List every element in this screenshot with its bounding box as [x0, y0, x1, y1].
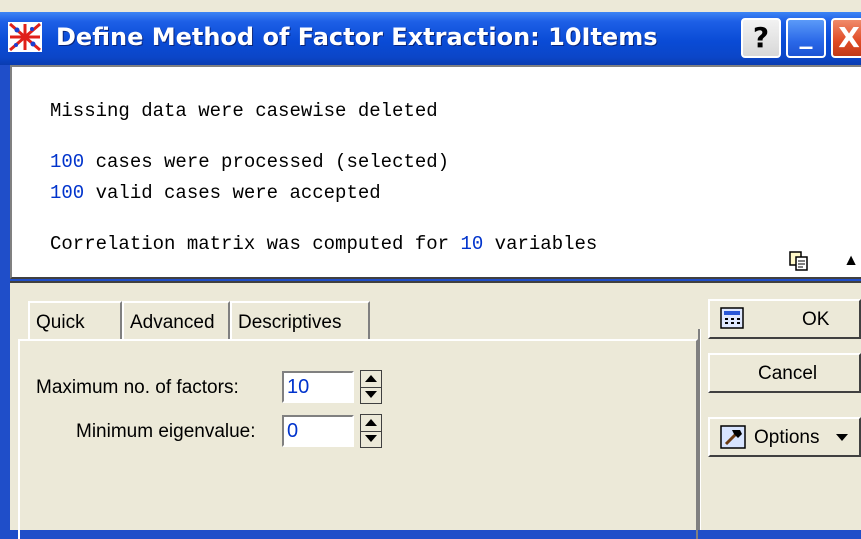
- cancel-button[interactable]: Cancel: [708, 353, 861, 393]
- correlation-text-post: variables: [483, 233, 598, 255]
- options-hammer-icon: [720, 425, 746, 449]
- copy-icon[interactable]: [788, 250, 810, 272]
- output-line-processed: 100 cases were processed (selected): [50, 151, 449, 173]
- button-column-divider: [698, 329, 701, 530]
- window-title: Define Method of Factor Extraction: 10It…: [56, 23, 658, 51]
- min-eigen-decrement[interactable]: [361, 431, 381, 447]
- min-eigen-increment[interactable]: [361, 415, 381, 432]
- max-factors-increment[interactable]: [361, 371, 381, 388]
- arrow-down-icon: [365, 391, 377, 398]
- cases-accepted-text: valid cases were accepted: [84, 182, 381, 204]
- output-line-missing: Missing data were casewise deleted: [50, 100, 438, 122]
- min-eigen-spinner[interactable]: [360, 414, 382, 448]
- max-factors-input[interactable]: 10: [282, 371, 354, 403]
- output-line-accepted: 100 valid cases were accepted: [50, 182, 381, 204]
- ok-label: OK: [802, 309, 830, 330]
- arrow-down-icon: [365, 435, 377, 442]
- arrow-up-icon: [365, 419, 377, 426]
- dialog-body: Quick Advanced Descriptives Maximum no. …: [10, 281, 861, 539]
- close-button[interactable]: X: [831, 18, 861, 58]
- minimize-button[interactable]: _: [786, 18, 826, 58]
- cases-processed-count: 100: [50, 151, 85, 173]
- statistica-app-icon: [8, 22, 42, 52]
- output-line-correlation: Correlation matrix was computed for 10 v…: [50, 233, 597, 255]
- cases-processed-text: cases were processed (selected): [84, 151, 450, 173]
- correlation-text-pre: Correlation matrix was computed for: [50, 233, 461, 255]
- top-strip: [0, 0, 861, 12]
- calculator-icon: [720, 307, 744, 329]
- max-factors-label: Maximum no. of factors:: [36, 377, 239, 398]
- help-button[interactable]: ?: [741, 18, 781, 58]
- tab-quick[interactable]: Quick: [28, 301, 122, 341]
- cancel-label: Cancel: [758, 363, 818, 384]
- tab-descriptives[interactable]: Descriptives: [230, 301, 370, 341]
- min-eigen-label: Minimum eigenvalue:: [76, 421, 256, 442]
- cases-accepted-count: 100: [50, 182, 85, 204]
- quick-tab-panel: Maximum no. of factors: 10 Minimum eigen…: [18, 339, 698, 539]
- dropdown-arrow-icon: [836, 434, 848, 441]
- arrow-up-icon: [365, 375, 377, 382]
- options-label: Options: [754, 427, 820, 448]
- ok-button[interactable]: OK: [708, 299, 861, 339]
- variables-count: 10: [460, 233, 484, 255]
- min-eigen-input[interactable]: 0: [282, 415, 354, 447]
- collapse-up-icon[interactable]: ▲: [842, 250, 860, 272]
- max-factors-spinner[interactable]: [360, 370, 382, 404]
- output-pane[interactable]: Missing data were casewise deleted 100 c…: [10, 65, 861, 279]
- tab-advanced[interactable]: Advanced: [122, 301, 230, 341]
- options-button[interactable]: Options: [708, 417, 861, 457]
- max-factors-decrement[interactable]: [361, 387, 381, 403]
- title-bar[interactable]: Define Method of Factor Extraction: 10It…: [0, 12, 861, 65]
